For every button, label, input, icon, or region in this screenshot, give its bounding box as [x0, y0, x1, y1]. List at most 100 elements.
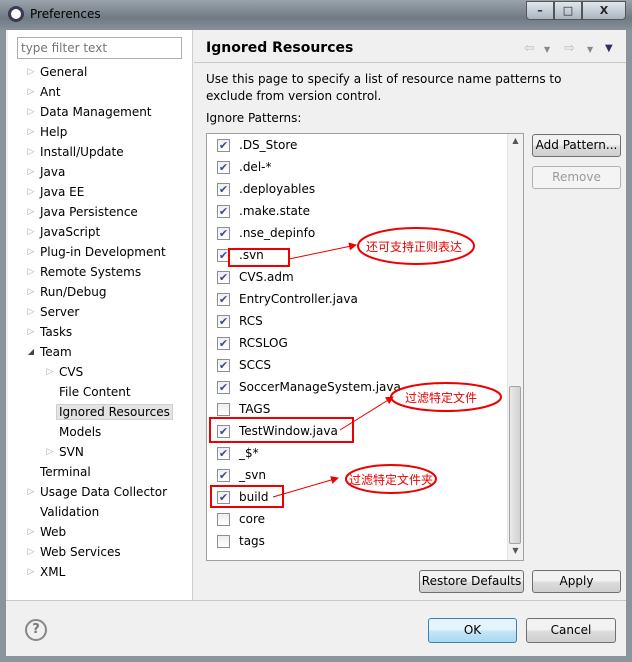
- maximize-button[interactable]: □: [554, 1, 582, 20]
- pattern-checkbox[interactable]: ✔: [217, 337, 230, 350]
- view-menu-icon[interactable]: ▼: [605, 43, 613, 54]
- tree-item-label: Validation: [40, 505, 100, 519]
- tree-item[interactable]: ▷ JavaScript: [28, 222, 101, 242]
- tree-item[interactable]: ▷ Web: [28, 522, 67, 542]
- apply-button[interactable]: Apply: [532, 570, 621, 593]
- expand-arrow-icon[interactable]: ▷: [25, 282, 37, 302]
- expand-arrow-icon[interactable]: ▷: [25, 82, 37, 102]
- expand-arrow-icon[interactable]: ▷: [25, 142, 37, 162]
- tree-item[interactable]: ▷ Web Services: [28, 542, 121, 562]
- pattern-checkbox[interactable]: [217, 403, 230, 416]
- pattern-checkbox[interactable]: ✔: [217, 447, 230, 460]
- pattern-checkbox[interactable]: ✔: [217, 293, 230, 306]
- ignore-patterns-list[interactable]: ✔ .DS_Store ✔ .del-* ✔ .deployables ✔ .make.sta…: [206, 133, 524, 561]
- pattern-checkbox[interactable]: ✔: [217, 425, 230, 438]
- tree-item-label: Java Persistence: [40, 205, 138, 219]
- tree-item[interactable]: ▷ Java: [28, 162, 66, 182]
- pattern-name: .deployables: [239, 182, 316, 196]
- expand-arrow-icon[interactable]: ▷: [25, 242, 37, 262]
- expand-arrow-icon[interactable]: ▷: [25, 302, 37, 322]
- pattern-checkbox[interactable]: [217, 535, 230, 548]
- collapse-arrow-icon[interactable]: ◢: [25, 342, 37, 362]
- pattern-checkbox[interactable]: ✔: [217, 249, 230, 262]
- tree-item[interactable]: ▷ Java EE: [28, 182, 85, 202]
- pattern-checkbox[interactable]: ✔: [217, 491, 230, 504]
- tree-item-label: Web Services: [40, 545, 121, 559]
- forward-menu-chevron-icon[interactable]: ▼: [587, 45, 593, 54]
- expand-arrow-icon[interactable]: ▷: [25, 542, 37, 562]
- expand-arrow-icon[interactable]: ▷: [25, 182, 37, 202]
- cancel-button[interactable]: Cancel: [526, 618, 616, 643]
- filter-input[interactable]: [17, 37, 182, 59]
- add-pattern-button[interactable]: Add Pattern...: [532, 134, 621, 157]
- expand-arrow-icon[interactable]: ▷: [25, 482, 37, 502]
- tree-item[interactable]: Terminal: [40, 462, 91, 482]
- pattern-checkbox[interactable]: ✔: [217, 315, 230, 328]
- tree-item[interactable]: ▷ Tasks: [28, 322, 73, 342]
- pattern-checkbox[interactable]: ✔: [217, 359, 230, 372]
- expand-arrow-icon[interactable]: ▷: [44, 362, 56, 382]
- expand-arrow-icon[interactable]: ▷: [25, 262, 37, 282]
- scroll-down-icon[interactable]: ▼: [508, 546, 523, 560]
- tree-item[interactable]: ▷ Install/Update: [28, 142, 124, 162]
- expand-arrow-icon[interactable]: ▷: [25, 322, 37, 342]
- pattern-checkbox[interactable]: ✔: [217, 161, 230, 174]
- forward-arrow-icon[interactable]: ⇨: [564, 41, 575, 56]
- tree-item[interactable]: ◢ Team: [28, 342, 72, 362]
- expand-arrow-icon[interactable]: ▷: [44, 442, 56, 462]
- scrollbar-thumb[interactable]: [509, 386, 521, 544]
- expand-arrow-icon[interactable]: ▷: [25, 222, 37, 242]
- pattern-checkbox[interactable]: ✔: [217, 227, 230, 240]
- pattern-checkbox[interactable]: ✔: [217, 139, 230, 152]
- tree-item-label: Install/Update: [40, 145, 124, 159]
- minimize-button[interactable]: –: [526, 1, 554, 20]
- ok-button[interactable]: OK: [428, 618, 517, 643]
- close-button[interactable]: X: [582, 1, 626, 20]
- pattern-checkbox[interactable]: ✔: [217, 469, 230, 482]
- pattern-name: TAGS: [239, 402, 271, 416]
- tree-item-label: Models: [59, 425, 102, 439]
- back-arrow-icon[interactable]: ⇦: [524, 41, 535, 56]
- tree-item[interactable]: ▷ Usage Data Collector: [28, 482, 168, 502]
- tree-item-label: Tasks: [40, 325, 73, 339]
- tree-item-label: Team: [40, 345, 72, 359]
- pattern-checkbox[interactable]: ✔: [217, 381, 230, 394]
- pattern-checkbox[interactable]: ✔: [217, 271, 230, 284]
- expand-arrow-icon[interactable]: ▷: [25, 522, 37, 542]
- tree-item[interactable]: ▷ Help: [28, 122, 68, 142]
- expand-arrow-icon[interactable]: ▷: [25, 62, 37, 82]
- tree-item[interactable]: Validation: [40, 502, 99, 522]
- pattern-name: CVS.adm: [239, 270, 294, 284]
- tree-item[interactable]: ▷ Java Persistence: [28, 202, 138, 222]
- tree-item[interactable]: ▷ Run/Debug: [28, 282, 107, 302]
- expand-arrow-icon[interactable]: ▷: [25, 122, 37, 142]
- tree-item[interactable]: ▷ SVN: [47, 442, 84, 462]
- tree-item[interactable]: Models: [59, 422, 101, 442]
- tree-item[interactable]: ▷ General: [28, 62, 88, 82]
- pattern-name: .del-*: [239, 160, 272, 174]
- tree-item[interactable]: ▷ XML: [28, 562, 66, 582]
- tree-item[interactable]: ▷ Remote Systems: [28, 262, 142, 282]
- help-icon[interactable]: ?: [25, 619, 47, 641]
- expand-arrow-icon[interactable]: ▷: [25, 562, 37, 582]
- expand-arrow-icon[interactable]: ▷: [25, 102, 37, 122]
- pattern-checkbox[interactable]: ✔: [217, 183, 230, 196]
- expand-arrow-icon[interactable]: ▷: [25, 202, 37, 222]
- eclipse-app-icon: [8, 6, 24, 22]
- tree-item[interactable]: Ignored Resources: [56, 402, 173, 422]
- pattern-checkbox[interactable]: ✔: [217, 205, 230, 218]
- tree-item[interactable]: ▷ Ant: [28, 82, 61, 102]
- tree-item[interactable]: ▷ Server: [28, 302, 80, 322]
- tree-item[interactable]: File Content: [59, 382, 131, 402]
- tree-item[interactable]: ▷ CVS: [47, 362, 84, 382]
- tree-item[interactable]: ▷ Data Management: [28, 102, 152, 122]
- remove-button[interactable]: Remove: [532, 166, 621, 189]
- back-menu-chevron-icon[interactable]: ▼: [544, 45, 550, 54]
- pattern-name: SoccerManageSystem.java: [239, 380, 401, 394]
- restore-defaults-button[interactable]: Restore Defaults: [419, 570, 524, 593]
- expand-arrow-icon[interactable]: ▷: [25, 162, 37, 182]
- tree-item[interactable]: ▷ Plug-in Development: [28, 242, 166, 262]
- pattern-checkbox[interactable]: [217, 513, 230, 526]
- scroll-up-icon[interactable]: ▲: [508, 136, 523, 150]
- tree-item-label: Ignored Resources: [56, 404, 173, 420]
